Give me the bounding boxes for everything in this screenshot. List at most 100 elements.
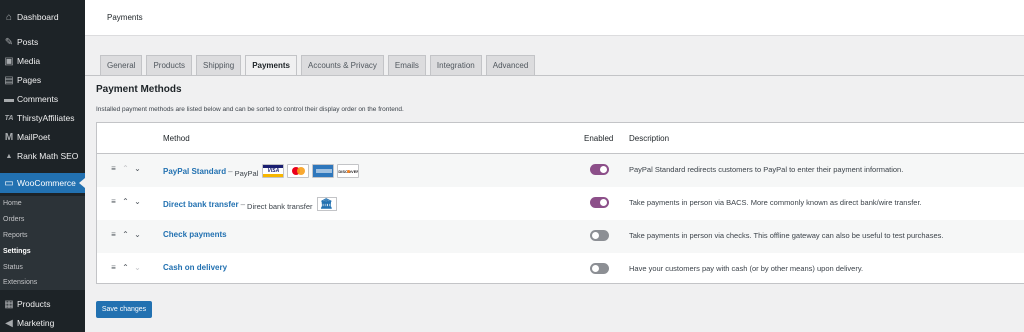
method-cell: PayPal Standard – PayPal VISA DISCOVER	[163, 164, 360, 178]
admin-sidebar: ⌂ Dashboard ✎ Posts ▣ Media ▤ Pages ▬ Co…	[0, 0, 85, 332]
sidebar-item-woocommerce[interactable]: ▭ WooCommerce	[0, 173, 85, 193]
table-header: Method Enabled Description	[97, 123, 1024, 154]
submenu-item-home[interactable]: Home	[3, 200, 22, 207]
header-enabled: Enabled	[584, 134, 614, 143]
page-title: Payments	[107, 13, 143, 22]
tab-general[interactable]: General	[100, 55, 143, 75]
drag-handle-icon[interactable]: ≡	[109, 164, 118, 173]
sidebar-item-comments[interactable]: ▬ Comments	[0, 89, 85, 109]
drag-handle-icon[interactable]: ≡	[109, 263, 118, 272]
sidebar-item-label: Comments	[17, 94, 59, 104]
move-down-icon[interactable]: ⌄	[133, 263, 142, 272]
save-changes-button[interactable]: Save changes	[96, 301, 152, 318]
method-description: Take payments in person via BACS. More c…	[629, 198, 922, 207]
sidebar-item-media[interactable]: ▣ Media	[0, 51, 85, 71]
enabled-toggle[interactable]	[590, 164, 609, 175]
woocommerce-icon: ▭	[4, 177, 14, 189]
dashboard-icon: ⌂	[5, 11, 13, 23]
header-description: Description	[629, 134, 670, 143]
move-up-icon[interactable]: ⌃	[121, 164, 130, 173]
move-down-icon[interactable]: ⌄	[133, 164, 142, 173]
woocommerce-submenu: Home Orders Reports Settings Status Exte…	[0, 196, 85, 290]
sidebar-item-products[interactable]: ▦ Products	[0, 294, 85, 314]
sidebar-item-posts[interactable]: ✎ Posts	[0, 32, 85, 52]
sidebar-item-label: ThirstyAffiliates	[17, 113, 75, 123]
tab-emails[interactable]: Emails	[387, 55, 426, 75]
sort-controls: ≡ ⌃ ⌄	[109, 164, 142, 173]
method-description: Take payments in person via checks. This…	[629, 231, 944, 240]
tab-shipping[interactable]: Shipping	[196, 55, 242, 75]
rankmath-icon: ▲	[5, 152, 13, 160]
tab-products[interactable]: Products	[146, 55, 193, 75]
table-row: ≡ ⌃ ⌄ Direct bank transfer – Direct bank…	[97, 187, 1024, 220]
move-down-icon[interactable]: ⌄	[133, 230, 142, 239]
media-icon: ▣	[4, 55, 14, 67]
bank-icon: 🏛	[316, 197, 337, 211]
sidebar-item-marketing[interactable]: ◀ Marketing	[0, 313, 85, 332]
drag-handle-icon[interactable]: ≡	[109, 197, 118, 206]
method-subtitle: Direct bank transfer	[247, 201, 313, 211]
pages-icon: ▤	[4, 74, 14, 86]
visa-card-icon: VISA	[262, 164, 285, 178]
method-separator: –	[228, 166, 233, 176]
thirstyaffiliates-icon: TA	[4, 114, 14, 122]
submenu-item-orders[interactable]: Orders	[3, 216, 24, 223]
sidebar-item-label: Rank Math SEO	[17, 151, 79, 161]
payment-methods-table: Method Enabled Description ≡ ⌃ ⌄ PayPal …	[96, 122, 1024, 284]
method-cell: Check payments	[163, 230, 227, 239]
discover-card-icon: DISCOVER	[337, 164, 360, 178]
drag-handle-icon[interactable]: ≡	[109, 230, 118, 239]
move-up-icon[interactable]: ⌃	[121, 263, 130, 272]
enabled-toggle[interactable]	[590, 230, 609, 241]
tab-advanced[interactable]: Advanced	[485, 55, 536, 75]
card-logos: VISA DISCOVER	[262, 164, 360, 178]
section-description: Installed payment methods are listed bel…	[96, 106, 404, 113]
enabled-toggle[interactable]	[590, 263, 609, 274]
comments-icon: ▬	[4, 93, 14, 105]
header-method: Method	[163, 134, 190, 143]
tabs-divider	[85, 75, 1024, 76]
method-link[interactable]: PayPal Standard	[163, 167, 226, 176]
amex-card-icon	[312, 164, 335, 178]
submenu-item-status[interactable]: Status	[3, 264, 23, 271]
marketing-icon: ◀	[5, 317, 13, 329]
sidebar-item-rank-math-seo[interactable]: ▲ Rank Math SEO	[0, 146, 85, 166]
tab-integration[interactable]: Integration	[429, 55, 482, 75]
mastercard-card-icon	[287, 164, 310, 178]
sidebar-item-pages[interactable]: ▤ Pages	[0, 70, 85, 90]
sidebar-item-label: MailPoet	[17, 132, 51, 142]
move-up-icon[interactable]: ⌃	[121, 230, 130, 239]
section-title: Payment Methods	[96, 84, 182, 95]
page-header: Payments	[85, 0, 1024, 36]
method-separator: –	[240, 199, 246, 209]
table-row: ≡ ⌃ ⌄ PayPal Standard – PayPal VISA PayP…	[97, 154, 1024, 187]
method-cell: Direct bank transfer – Direct bank trans…	[163, 197, 337, 211]
method-link[interactable]: Check payments	[163, 230, 227, 239]
tab-payments[interactable]: Payments	[245, 55, 297, 75]
sort-controls: ≡ ⌃ ⌄	[109, 263, 142, 272]
sidebar-item-dashboard[interactable]: ⌂ Dashboard	[0, 7, 85, 27]
sidebar-item-thirstyaffiliates[interactable]: TA ThirstyAffiliates	[0, 108, 85, 128]
settings-tabs: General Products Shipping Payments Accou…	[100, 55, 539, 75]
submenu-item-reports[interactable]: Reports	[3, 232, 28, 239]
method-description: Have your customers pay with cash (or by…	[629, 264, 864, 273]
sidebar-item-label: Products	[17, 299, 51, 309]
move-up-icon[interactable]: ⌃	[121, 197, 130, 206]
sidebar-item-label: Pages	[17, 75, 42, 85]
sidebar-item-mailpoet[interactable]: M MailPoet	[0, 127, 85, 147]
pin-icon: ✎	[4, 36, 14, 48]
sort-controls: ≡ ⌃ ⌄	[109, 197, 142, 206]
enabled-toggle[interactable]	[590, 197, 609, 208]
move-down-icon[interactable]: ⌄	[133, 197, 142, 206]
products-icon: ▦	[4, 298, 14, 310]
submenu-item-extensions[interactable]: Extensions	[3, 279, 37, 286]
tab-accounts-privacy[interactable]: Accounts & Privacy	[300, 55, 384, 75]
method-link[interactable]: Cash on delivery	[163, 263, 227, 272]
sidebar-item-label: Media	[17, 56, 41, 66]
method-subtitle: PayPal	[234, 168, 259, 178]
method-description: PayPal Standard redirects customers to P…	[629, 165, 904, 174]
method-link[interactable]: Direct bank transfer	[163, 200, 239, 209]
submenu-item-settings[interactable]: Settings	[3, 248, 31, 255]
mailpoet-icon: M	[4, 131, 14, 143]
sidebar-item-label: Marketing	[17, 318, 55, 328]
